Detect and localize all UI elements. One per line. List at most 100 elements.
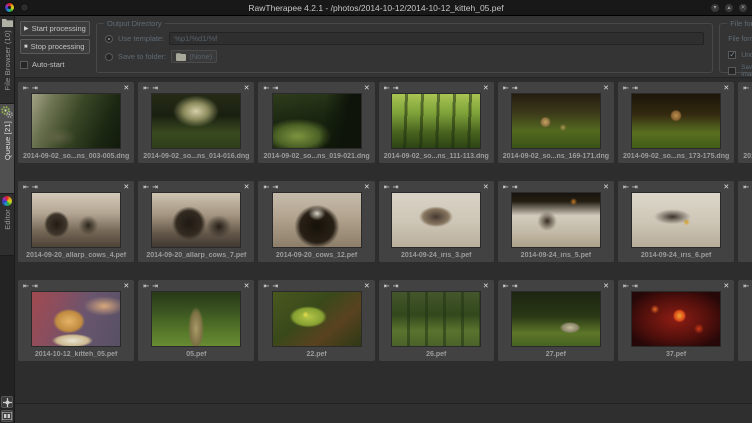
move-to-start-icon[interactable]: ⇤	[23, 282, 29, 290]
queue-thumbnail-cell[interactable]: ⇤ ⇥ ✕ 2014-09-24_iris_7.pef	[738, 181, 752, 262]
remove-from-queue-icon[interactable]: ✕	[364, 282, 370, 290]
move-to-start-icon[interactable]: ⇤	[384, 183, 390, 191]
sidebar-tab-editor[interactable]: Editor	[0, 194, 14, 256]
queue-thumbnail-cell[interactable]: ⇤ ⇥ ✕ 2014-09-02_so...ns_111-113.dng	[379, 82, 494, 163]
move-to-end-icon[interactable]: ⇥	[272, 84, 278, 92]
queue-thumbnail-cell[interactable]: ⇤ ⇥ ✕ 2014-09-20_allarp_cows_7.pef	[138, 181, 254, 262]
queue-thumbnail-cell[interactable]: ⇤ ⇥ ✕ 2014-09-02_so...ns_003-005.dng	[18, 82, 134, 163]
move-to-end-icon[interactable]: ⇥	[632, 183, 638, 191]
move-to-start-icon[interactable]: ⇤	[503, 84, 509, 92]
move-to-start-icon[interactable]: ⇤	[623, 84, 629, 92]
start-processing-button[interactable]: ▶ Start processing	[20, 21, 90, 36]
filmstrip-toggle-button[interactable]	[1, 410, 13, 422]
queue-thumbnail-cell[interactable]: ⇤ ⇥ ✕ 27.pef	[498, 280, 614, 361]
move-to-start-icon[interactable]: ⇤	[743, 84, 749, 92]
move-to-end-icon[interactable]: ⇥	[632, 282, 638, 290]
move-to-start-icon[interactable]: ⇤	[623, 282, 629, 290]
remove-from-queue-icon[interactable]: ✕	[483, 84, 489, 92]
move-to-start-icon[interactable]: ⇤	[743, 282, 749, 290]
move-to-start-icon[interactable]: ⇤	[503, 282, 509, 290]
move-to-end-icon[interactable]: ⇥	[512, 183, 518, 191]
move-to-start-icon[interactable]: ⇤	[384, 84, 390, 92]
use-template-radio[interactable]	[105, 35, 113, 43]
move-to-end-icon[interactable]: ⇥	[32, 84, 38, 92]
remove-from-queue-icon[interactable]: ✕	[723, 183, 729, 191]
queue-thumbnail-cell[interactable]: ⇤ ⇥ ✕ 2014-09-20_cows_12.pef	[258, 181, 374, 262]
uncompressed-tiff-checkbox[interactable]	[728, 51, 736, 59]
move-to-start-icon[interactable]: ⇤	[143, 84, 149, 92]
remove-from-queue-icon[interactable]: ✕	[603, 84, 609, 92]
window-menu-button[interactable]	[20, 3, 29, 12]
queue-thumbnail-cell[interactable]: ⇤ ⇥ ✕ 2014-09-02_so...ns_173-175.dng	[618, 82, 734, 163]
save-params-checkbox[interactable]	[728, 67, 736, 75]
queue-thumbnail-cell[interactable]: ⇤ ⇥ ✕ 05.pef	[138, 280, 254, 361]
move-to-end-icon[interactable]: ⇥	[32, 183, 38, 191]
sidebar-tab-queue[interactable]: Queue [21]	[0, 104, 14, 194]
minimize-icon[interactable]: ▾	[710, 3, 720, 13]
queue-thumbnail-cell[interactable]: ⇤ ⇥ ✕ 2014-09-20_allarp_cows_4.pef	[18, 181, 134, 262]
move-to-end-icon[interactable]: ⇥	[152, 282, 158, 290]
move-to-end-icon[interactable]: ⇥	[512, 84, 518, 92]
folder-chooser-button[interactable]: (None)	[171, 50, 217, 63]
remove-from-queue-icon[interactable]: ✕	[483, 282, 489, 290]
tab-label: Queue [21]	[3, 121, 12, 160]
move-to-end-icon[interactable]: ⇥	[272, 282, 278, 290]
queue-thumbnail-cell[interactable]: ⇤ ⇥ ✕ 2014-10-12_kitteh_05.pef	[18, 280, 134, 361]
queue-thumbnail-cell[interactable]: ⇤ ⇥ ✕ 22.pef	[258, 280, 374, 361]
move-to-end-icon[interactable]: ⇥	[632, 84, 638, 92]
remove-from-queue-icon[interactable]: ✕	[364, 84, 370, 92]
detach-panel-button[interactable]	[1, 396, 13, 408]
remove-from-queue-icon[interactable]: ✕	[123, 282, 129, 290]
maximize-icon[interactable]: ▴	[724, 3, 734, 13]
sidebar-tab-file-browser[interactable]: File Browser (10)	[0, 16, 14, 104]
move-to-start-icon[interactable]: ⇤	[143, 282, 149, 290]
remove-from-queue-icon[interactable]: ✕	[483, 183, 489, 191]
thumbnail-filename: 05.pef	[143, 351, 249, 358]
move-to-end-icon[interactable]: ⇥	[32, 282, 38, 290]
close-icon[interactable]: ✕	[738, 3, 748, 13]
queue-thumbnail-cell[interactable]: ⇤ ⇥ ✕ 2014-09-02_soderasens_179.dng	[738, 82, 752, 163]
move-to-start-icon[interactable]: ⇤	[143, 183, 149, 191]
queue-thumbnail-cell[interactable]: ⇤ ⇥ ✕ 2014-09-02_so...ns_169-171.dng	[498, 82, 614, 163]
remove-from-queue-icon[interactable]: ✕	[364, 183, 370, 191]
move-to-end-icon[interactable]: ⇥	[272, 183, 278, 191]
queue-thumbnail-cell[interactable]: ⇤ ⇥ ✕ 37.pef	[618, 280, 734, 361]
move-to-start-icon[interactable]: ⇤	[263, 282, 269, 290]
queue-thumbnail-cell[interactable]: ⇤ ⇥ ✕ 2014-09-24_iris_5.pef	[498, 181, 614, 262]
move-to-start-icon[interactable]: ⇤	[23, 84, 29, 92]
auto-start-checkbox[interactable]	[20, 61, 28, 69]
template-input[interactable]: %p1/%d1/%f	[169, 32, 704, 45]
stop-processing-button[interactable]: ■ Stop processing	[20, 39, 90, 54]
move-to-start-icon[interactable]: ⇤	[503, 183, 509, 191]
move-to-start-icon[interactable]: ⇤	[743, 183, 749, 191]
remove-from-queue-icon[interactable]: ✕	[244, 282, 250, 290]
move-to-start-icon[interactable]: ⇤	[263, 183, 269, 191]
remove-from-queue-icon[interactable]: ✕	[123, 84, 129, 92]
queue-thumbnail-cell[interactable]: ⇤ ⇥ ✕ 2014-09-24_iris_3.pef	[379, 181, 494, 262]
queue-thumbnail-cell[interactable]: ⇤ ⇥ ✕ 26.pef	[379, 280, 494, 361]
remove-from-queue-icon[interactable]: ✕	[244, 183, 250, 191]
move-to-end-icon[interactable]: ⇥	[393, 84, 399, 92]
thumbnail-filename: 2014-09-02_so...ns_014-016.dng	[143, 153, 249, 160]
remove-from-queue-icon[interactable]: ✕	[723, 282, 729, 290]
move-to-end-icon[interactable]: ⇥	[512, 282, 518, 290]
move-to-start-icon[interactable]: ⇤	[23, 183, 29, 191]
save-to-folder-radio[interactable]	[105, 53, 113, 61]
remove-from-queue-icon[interactable]: ✕	[244, 84, 250, 92]
move-to-end-icon[interactable]: ⇥	[393, 183, 399, 191]
move-to-start-icon[interactable]: ⇤	[623, 183, 629, 191]
queue-thumbnail-cell[interactable]: ⇤ ⇥ ✕ 2014-09-24_iris_6.pef	[618, 181, 734, 262]
move-to-start-icon[interactable]: ⇤	[384, 282, 390, 290]
move-to-end-icon[interactable]: ⇥	[152, 183, 158, 191]
queue-thumbnail-cell[interactable]: ⇤ ⇥ ✕ 2014-09-02_so...ns_014-016.dng	[138, 82, 254, 163]
move-to-start-icon[interactable]: ⇤	[263, 84, 269, 92]
move-to-end-icon[interactable]: ⇥	[152, 84, 158, 92]
remove-from-queue-icon[interactable]: ✕	[723, 84, 729, 92]
move-to-end-icon[interactable]: ⇥	[393, 282, 399, 290]
remove-from-queue-icon[interactable]: ✕	[603, 282, 609, 290]
remove-from-queue-icon[interactable]: ✕	[603, 183, 609, 191]
remove-from-queue-icon[interactable]: ✕	[123, 183, 129, 191]
queue-thumbnail-cell[interactable]: ⇤ ⇥ ✕ hdr_1_62.dng	[738, 280, 752, 361]
auto-start-checkbox-row[interactable]: Auto-start	[20, 60, 90, 69]
queue-thumbnail-cell[interactable]: ⇤ ⇥ ✕ 2014-09-02_so...ns_019-021.dng	[258, 82, 374, 163]
